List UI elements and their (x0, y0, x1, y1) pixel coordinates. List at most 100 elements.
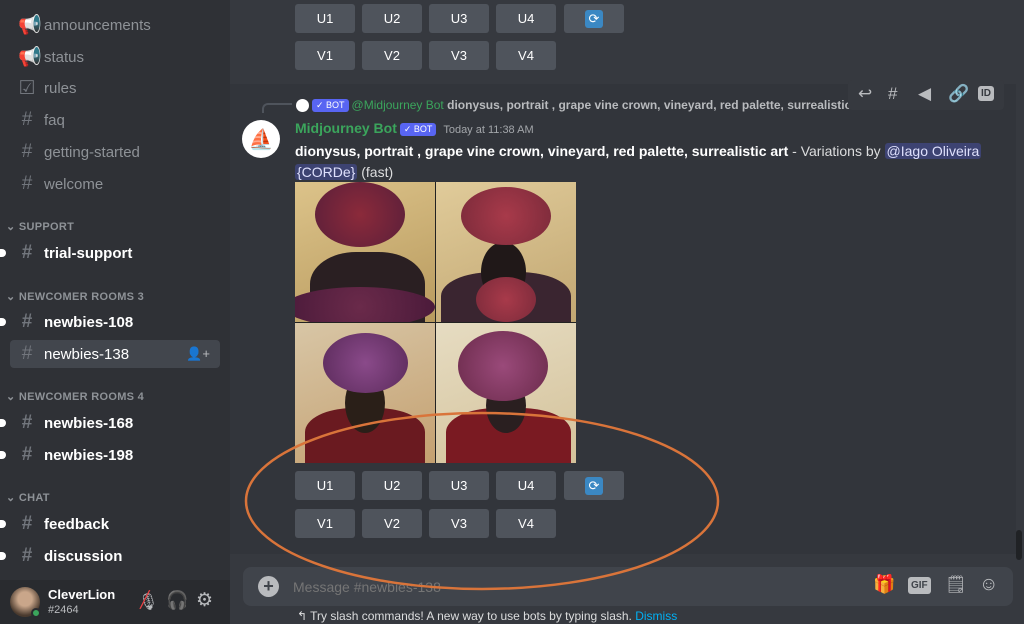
message-input[interactable] (293, 575, 853, 599)
thread-hash-icon: # (21, 343, 33, 364)
variation-1-button[interactable]: V1 (295, 41, 355, 70)
hash-icon: # (21, 109, 33, 130)
emoji-icon[interactable]: ☺ (979, 574, 998, 596)
channel-label: announcements (44, 16, 151, 34)
channel-newbies-108[interactable]: # newbies-108 (0, 308, 220, 336)
category-label: CHAT (18, 492, 50, 504)
pin-icon[interactable]: ◀ (918, 84, 931, 104)
upscale-3-button[interactable]: U3 (429, 4, 489, 33)
variation-4-button[interactable]: V4 (496, 41, 556, 70)
settings-gear-icon[interactable]: ⚙ (196, 589, 213, 612)
sticker-icon[interactable]: 🗒 (945, 575, 967, 595)
channel-newbies-198[interactable]: # newbies-198 (0, 441, 220, 469)
bot-badge: ✓ BOT (312, 99, 349, 113)
channel-newbies-168[interactable]: # newbies-168 (0, 409, 220, 437)
upscale-1-button[interactable]: U1 (295, 471, 355, 500)
user-mention[interactable]: @Iago Oliveira (884, 143, 982, 159)
gif-button[interactable]: GIF (908, 577, 931, 594)
channel-trial-support[interactable]: # trial-support (0, 239, 220, 267)
user-tag: #2464 (48, 604, 79, 616)
thread-icon[interactable]: # (888, 84, 897, 104)
message-header: Midjourney Bot ✓ BOT Today at 11:38 AM (295, 120, 534, 136)
channel-status[interactable]: 📢 status (10, 43, 220, 71)
category-support[interactable]: ⌄ SUPPORT (6, 220, 74, 233)
channel-label: trial-support (44, 244, 133, 262)
variation-3-button[interactable]: V3 (429, 509, 489, 538)
channel-label: rules (44, 79, 77, 97)
channel-label: newbies-138 (44, 345, 130, 363)
variation-1-button[interactable]: V1 (295, 509, 355, 538)
image-quadrant-3 (295, 323, 435, 463)
reroll-button[interactable]: ⟳ (564, 471, 624, 500)
online-status-icon (31, 608, 41, 618)
upscale-3-button[interactable]: U3 (429, 471, 489, 500)
megaphone-icon: 📢 (18, 15, 42, 36)
upscale-4-button[interactable]: U4 (496, 471, 556, 500)
add-attachment-icon[interactable]: + (258, 576, 279, 597)
reply-avatar (296, 99, 309, 113)
message-toolbar: ↩ # ◀ 🔗 ID (848, 80, 1004, 110)
image-quadrant-1 (295, 182, 435, 322)
thread-hash-icon: # (21, 311, 33, 332)
variation-4-button[interactable]: V4 (496, 509, 556, 538)
link-icon[interactable]: 🔗 (948, 84, 969, 104)
reply-icon[interactable]: ↩ (858, 84, 872, 104)
unread-dot (0, 552, 6, 560)
upscale-2-button[interactable]: U2 (362, 471, 422, 500)
variation-3-button[interactable]: V3 (429, 41, 489, 70)
unread-dot (0, 451, 6, 459)
upscale-4-button[interactable]: U4 (496, 4, 556, 33)
channel-newbies-138[interactable]: # newbies-138 👤+ (10, 340, 220, 368)
category-newcomer-rooms-4[interactable]: ⌄ NEWCOMER ROOMS 4 (6, 390, 144, 403)
channel-rules[interactable]: ☑ rules (10, 74, 220, 102)
hint-text: Try slash commands! A new way to use bot… (310, 609, 632, 623)
channel-feedback[interactable]: # feedback (0, 510, 220, 538)
variations-label: - Variations by (788, 143, 885, 159)
unread-dot (0, 520, 6, 528)
unread-dot (0, 318, 6, 326)
channel-label: newbies-108 (44, 313, 134, 331)
dismiss-link[interactable]: Dismiss (635, 609, 677, 623)
slash-command-hint: ↰ Try slash commands! A new way to use b… (297, 609, 677, 623)
author-name[interactable]: Midjourney Bot (295, 120, 397, 136)
channel-welcome[interactable]: # welcome (10, 170, 220, 198)
hash-icon: # (21, 173, 33, 194)
channel-label: status (44, 48, 85, 66)
reply-author: @Midjourney Bot (351, 98, 444, 112)
channel-label: welcome (44, 175, 104, 193)
mute-microphone-icon[interactable]: 🎙 ╱ (138, 592, 158, 612)
channel-label: getting-started (44, 143, 140, 161)
category-label: SUPPORT (18, 221, 75, 233)
channel-faq[interactable]: # faq (10, 106, 220, 134)
headphones-icon[interactable]: 🎧 (166, 590, 188, 611)
reroll-button[interactable]: ⟳ (564, 4, 624, 33)
image-quadrant-2 (436, 182, 576, 322)
category-newcomer-rooms-3[interactable]: ⌄ NEWCOMER ROOMS 3 (6, 290, 144, 303)
gift-icon[interactable]: 🎁 (873, 574, 895, 595)
user-mention-suffix[interactable]: {CORDe} (295, 164, 358, 180)
add-member-icon[interactable]: 👤+ (186, 346, 210, 362)
speed-label: (fast) (361, 164, 394, 180)
thread-hash-icon: # (21, 412, 33, 433)
bot-avatar[interactable]: ⛵ (242, 120, 280, 158)
channel-sidebar: 📢 announcements 📢 status ☑ rules # faq # gett… (0, 0, 230, 624)
id-icon[interactable]: ID (978, 86, 994, 101)
channel-discussion[interactable]: # discussion (0, 542, 220, 570)
category-chat[interactable]: ⌄ CHAT (6, 491, 50, 504)
message-content: dionysus, portrait , grape vine crown, v… (295, 141, 985, 183)
upscale-1-button[interactable]: U1 (295, 4, 355, 33)
channel-label: newbies-168 (44, 414, 134, 432)
refresh-icon: ⟳ (585, 9, 603, 28)
unread-dot (0, 249, 6, 257)
bot-badge: ✓ BOT (399, 122, 437, 136)
message-composer: + 🎁 GIF 🗒 ☺ (243, 567, 1013, 606)
generated-image-grid[interactable] (295, 182, 576, 463)
channel-announcements[interactable]: 📢 announcements (10, 11, 220, 39)
timestamp: Today at 11:38 AM (443, 124, 534, 136)
channel-getting-started[interactable]: # getting-started (10, 138, 220, 166)
hash-icon: # (21, 513, 33, 534)
variation-2-button[interactable]: V2 (362, 41, 422, 70)
upscale-2-button[interactable]: U2 (362, 4, 422, 33)
variation-2-button[interactable]: V2 (362, 509, 422, 538)
scrollbar[interactable] (1016, 530, 1022, 560)
